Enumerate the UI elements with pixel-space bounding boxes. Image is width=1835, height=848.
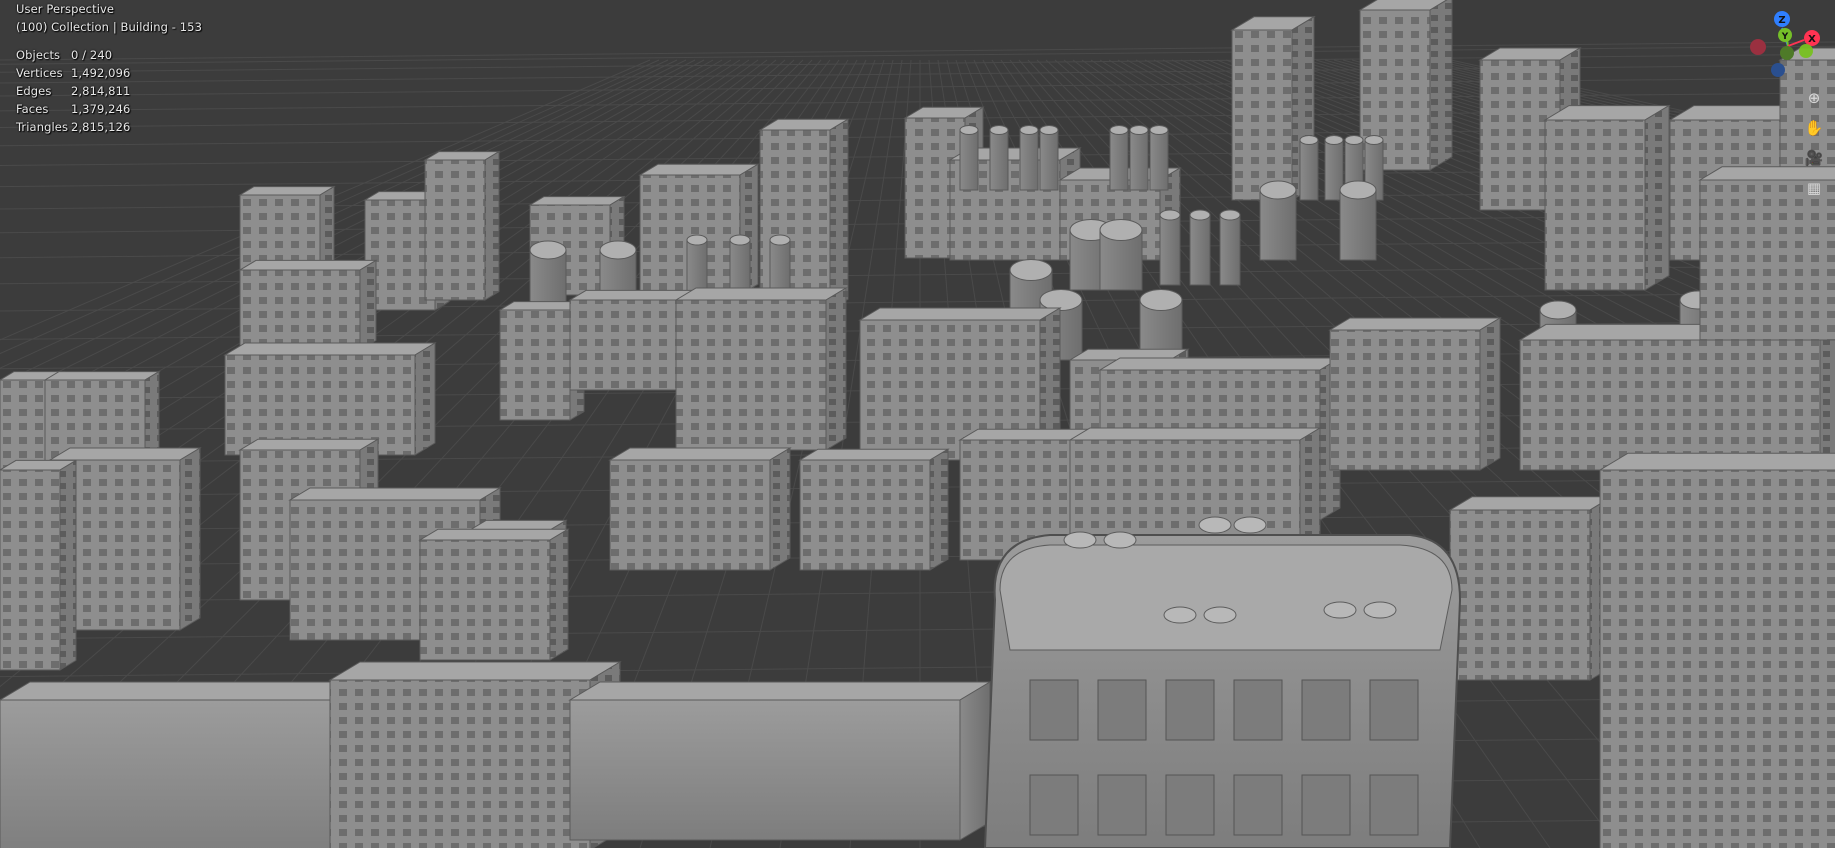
building[interactable] (238, 259, 378, 351)
zoom-icon[interactable]: ⊕ (1800, 84, 1828, 112)
stat-value: 1,492,096 (71, 66, 131, 80)
chimney (1039, 125, 1059, 191)
building[interactable] (418, 528, 570, 661)
stat-value: 2,815,126 (71, 120, 131, 134)
gizmo-neg-z[interactable] (1771, 63, 1785, 77)
stat-label: Edges (16, 84, 52, 98)
stat-value: 0 / 240 (71, 48, 113, 62)
gizmo-center (1799, 44, 1813, 58)
gizmo-z-label: Z (1778, 15, 1785, 26)
stat-value: 1,379,246 (71, 102, 131, 116)
chimney (1019, 125, 1039, 191)
collection-info: (100) Collection | Building - 153 (16, 20, 203, 34)
chimney (959, 125, 979, 191)
gizmo-x-label: X (1808, 34, 1816, 45)
gizmo-neg-x[interactable] (1750, 39, 1766, 55)
stat-label: Vertices (16, 66, 63, 80)
chimney (1259, 180, 1297, 261)
navigation-gizmo[interactable]: Z Y X (1748, 6, 1834, 86)
3d-viewport[interactable]: User Perspective (100) Collection | Buil… (0, 0, 1835, 848)
buildings-group (0, 0, 1835, 848)
building[interactable] (1518, 323, 1835, 471)
chimney (1109, 125, 1129, 191)
building[interactable] (798, 448, 950, 571)
building[interactable] (1448, 495, 1614, 681)
chimney (1189, 209, 1211, 286)
camera-icon[interactable]: 🎥 (1800, 144, 1828, 172)
rounded-tower[interactable] (983, 516, 1462, 848)
building[interactable] (568, 681, 992, 841)
chimney (1129, 125, 1149, 191)
stat-label: Triangles (16, 120, 69, 134)
building[interactable] (223, 342, 437, 456)
grid-view-icon[interactable]: ▦ (1800, 174, 1828, 202)
gizmo-y-label: Y (1781, 32, 1789, 42)
viewport-nav-controls: ⊕ ✋ 🎥 ▦ (1800, 84, 1834, 204)
chimney (1099, 219, 1143, 291)
stat-value: 2,814,811 (71, 84, 131, 98)
building[interactable] (1543, 104, 1671, 291)
chimney (989, 125, 1009, 191)
building[interactable] (674, 287, 848, 451)
stat-label: Faces (16, 102, 49, 116)
chimney (1149, 125, 1169, 191)
gizmo-neg-y[interactable] (1780, 46, 1794, 60)
city-scene[interactable] (0, 0, 1835, 848)
pan-icon[interactable]: ✋ (1800, 114, 1828, 142)
view-title: User Perspective (16, 2, 115, 16)
chimney (1219, 209, 1241, 286)
building[interactable] (0, 681, 372, 848)
chimney (1339, 180, 1377, 261)
building[interactable] (1328, 317, 1502, 471)
building[interactable] (423, 150, 501, 301)
stat-label: Objects (16, 48, 61, 62)
chimney (1299, 135, 1319, 201)
chimney (1159, 209, 1181, 286)
building[interactable] (0, 459, 78, 671)
building[interactable] (1598, 452, 1835, 848)
building[interactable] (608, 447, 792, 571)
